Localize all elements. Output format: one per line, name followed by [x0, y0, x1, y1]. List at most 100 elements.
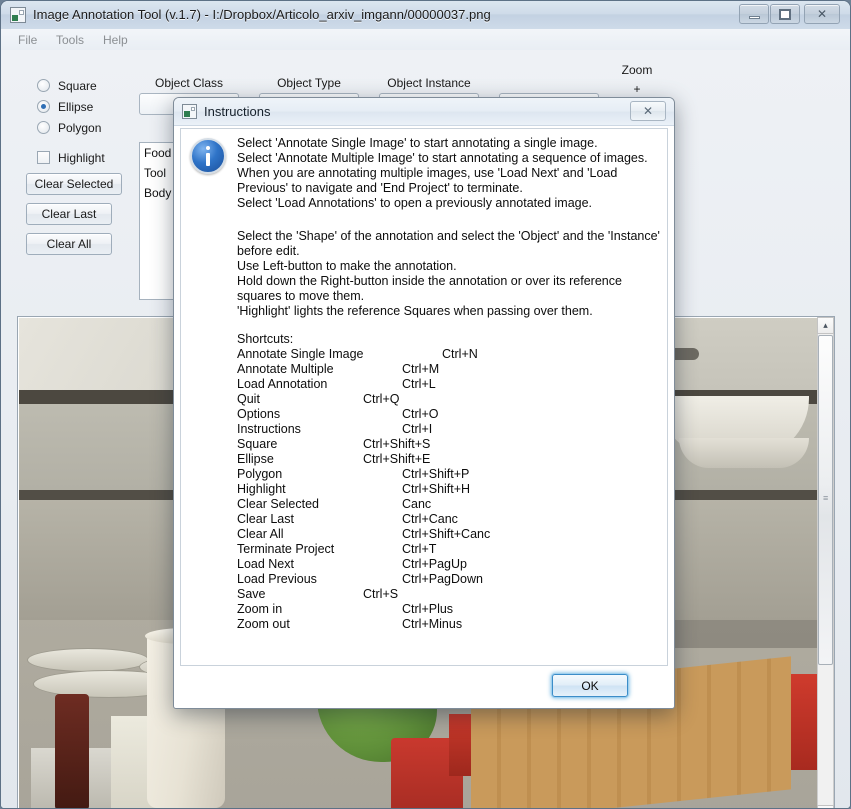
- shortcut-row: HighlightCtrl+Shift+H: [237, 482, 661, 497]
- menu-bar: File Tools Help: [1, 29, 850, 51]
- dialog-titlebar[interactable]: Instructions ✕: [174, 98, 674, 126]
- close-button[interactable]: ✕: [804, 4, 840, 24]
- instruction-line: 'Highlight' lights the reference Squares…: [237, 304, 661, 319]
- clear-all-button[interactable]: Clear All: [26, 233, 112, 255]
- shortcut-action-label: Zoom in: [237, 602, 282, 617]
- clear-selected-button[interactable]: Clear Selected: [26, 173, 122, 195]
- shortcut-key-label: Ctrl+PagUp: [402, 557, 467, 572]
- dialog-app-icon: [182, 104, 197, 119]
- close-icon: ✕: [805, 5, 839, 23]
- shortcut-action-label: Polygon: [237, 467, 282, 482]
- maximize-icon: [779, 9, 791, 20]
- shortcut-key-label: Ctrl+Shift+E: [363, 452, 430, 467]
- dialog-close-button[interactable]: ✕: [630, 101, 666, 121]
- highlight-label: Highlight: [58, 149, 105, 167]
- menu-item-file[interactable]: File: [11, 32, 44, 48]
- shortcut-row: QuitCtrl+Q: [237, 392, 661, 407]
- shortcut-row: SquareCtrl+Shift+S: [237, 437, 661, 452]
- shortcut-row: Instructions Ctrl+I: [237, 422, 661, 437]
- dialog-body: Select 'Annotate Single Image' to start …: [180, 128, 668, 666]
- menu-item-help[interactable]: Help: [96, 32, 135, 48]
- shortcut-key-label: Ctrl+Q: [363, 392, 399, 407]
- radio-ellipse-label: Ellipse: [58, 98, 93, 116]
- shortcut-action-label: Instructions: [237, 422, 301, 437]
- shortcut-key-label: Ctrl+Shift+S: [363, 437, 430, 452]
- radio-polygon-indicator: [37, 121, 50, 134]
- shortcut-action-label: Load Annotation: [237, 377, 327, 392]
- shortcut-key-label: Ctrl+N: [442, 347, 478, 362]
- vertical-scroll-thumb[interactable]: ≡: [818, 335, 833, 665]
- shortcut-row: SaveCtrl+S: [237, 587, 661, 602]
- instructions-paragraph-1: Select 'Annotate Single Image' to start …: [237, 136, 661, 211]
- instructions-paragraph-2: Select the 'Shape' of the annotation and…: [237, 229, 661, 319]
- shortcut-row: Options Ctrl+O: [237, 407, 661, 422]
- radio-polygon-label: Polygon: [58, 119, 101, 137]
- shortcut-action-label: Clear Last: [237, 512, 294, 527]
- shortcut-row: Clear AllCtrl+Shift+Canc: [237, 527, 661, 542]
- shortcut-row: Load Next Ctrl+PagUp: [237, 557, 661, 572]
- instruction-line: When you are annotating multiple images,…: [237, 166, 661, 196]
- minimize-button[interactable]: [739, 4, 769, 24]
- image-vertical-scrollbar[interactable]: ▴ ≡ ▾: [817, 317, 834, 809]
- shortcut-row: EllipseCtrl+Shift+E: [237, 452, 661, 467]
- application-window: Image Annotation Tool (v.1.7) - I:/Dropb…: [0, 0, 851, 809]
- shortcut-row: Zoom out Ctrl+Minus: [237, 617, 661, 632]
- shortcut-action-label: Highlight: [237, 482, 286, 497]
- shortcut-action-label: Clear Selected: [237, 497, 319, 512]
- shortcut-key-label: Ctrl+L: [402, 377, 436, 392]
- object-class-header: Object Class: [139, 76, 239, 90]
- shortcut-action-label: Options: [237, 407, 280, 422]
- shortcut-key-label: Ctrl+I: [402, 422, 432, 437]
- app-icon: [10, 7, 26, 23]
- shortcut-action-label: Annotate Multiple: [237, 362, 334, 377]
- shortcuts-list: Annotate Single ImageCtrl+NAnnotate Mult…: [237, 347, 661, 632]
- radio-ellipse-indicator: [37, 100, 50, 113]
- shortcuts-heading: Shortcuts:: [237, 332, 293, 346]
- shortcut-key-label: Ctrl+T: [402, 542, 436, 557]
- zoom-in-button[interactable]: +: [597, 82, 677, 96]
- shortcut-action-label: Terminate Project: [237, 542, 334, 557]
- instruction-line: Select 'Annotate Multiple Image' to star…: [237, 151, 661, 166]
- shortcut-row: Zoom in Ctrl+Plus: [237, 602, 661, 617]
- ok-button[interactable]: OK: [552, 674, 628, 697]
- shortcut-key-label: Ctrl+Minus: [402, 617, 462, 632]
- menu-item-tools[interactable]: Tools: [49, 32, 91, 48]
- scroll-down-arrow[interactable]: ▾: [817, 805, 834, 809]
- shortcut-key-label: Canc: [402, 497, 431, 512]
- shortcut-row: Annotate Multiple Ctrl+M: [237, 362, 661, 377]
- object-type-header: Object Type: [259, 76, 359, 90]
- shortcut-row: Annotate Single Image Ctrl+N: [237, 347, 661, 362]
- shortcut-action-label: Zoom out: [237, 617, 290, 632]
- highlight-checkbox-indicator: [37, 151, 50, 164]
- shortcut-key-label: Ctrl+Plus: [402, 602, 453, 617]
- instructions-dialog: Instructions ✕ Select 'Annotate Single I…: [173, 97, 675, 709]
- shortcut-key-label: Ctrl+PagDown: [402, 572, 483, 587]
- dialog-footer: OK: [174, 668, 674, 708]
- scroll-up-arrow[interactable]: ▴: [817, 317, 834, 334]
- shortcut-row: PolygonCtrl+Shift+P: [237, 467, 661, 482]
- shortcut-key-label: Ctrl+M: [402, 362, 439, 377]
- shortcut-row: Clear Selected Canc: [237, 497, 661, 512]
- instruction-line: Hold down the Right-button inside the an…: [237, 274, 661, 304]
- window-title: Image Annotation Tool (v.1.7) - I:/Dropb…: [33, 6, 491, 24]
- shortcut-action-label: Clear All: [237, 527, 284, 542]
- radio-square-label: Square: [58, 77, 97, 95]
- shortcut-key-label: Ctrl+O: [402, 407, 438, 422]
- shortcut-row: Load Previous Ctrl+PagDown: [237, 572, 661, 587]
- zoom-label: Zoom: [597, 63, 677, 77]
- instruction-line: Select 'Load Annotations' to open a prev…: [237, 196, 661, 211]
- shortcut-row: Terminate Project Ctrl+T: [237, 542, 661, 557]
- shortcut-row: Load Annotation Ctrl+L: [237, 377, 661, 392]
- shortcut-action-label: Load Previous: [237, 572, 317, 587]
- dialog-title: Instructions: [204, 103, 270, 120]
- clear-last-button[interactable]: Clear Last: [26, 203, 112, 225]
- shortcut-action-label: Annotate Single Image: [237, 347, 363, 362]
- instruction-line: Use Left-button to make the annotation.: [237, 259, 661, 274]
- window-titlebar[interactable]: Image Annotation Tool (v.1.7) - I:/Dropb…: [1, 1, 850, 30]
- radio-square-indicator: [37, 79, 50, 92]
- shortcut-row: Clear Last Ctrl+Canc: [237, 512, 661, 527]
- maximize-button[interactable]: [770, 4, 800, 24]
- instruction-line: Select the 'Shape' of the annotation and…: [237, 229, 661, 259]
- shortcut-key-label: Ctrl+Canc: [402, 512, 458, 527]
- shortcut-action-label: Load Next: [237, 557, 294, 572]
